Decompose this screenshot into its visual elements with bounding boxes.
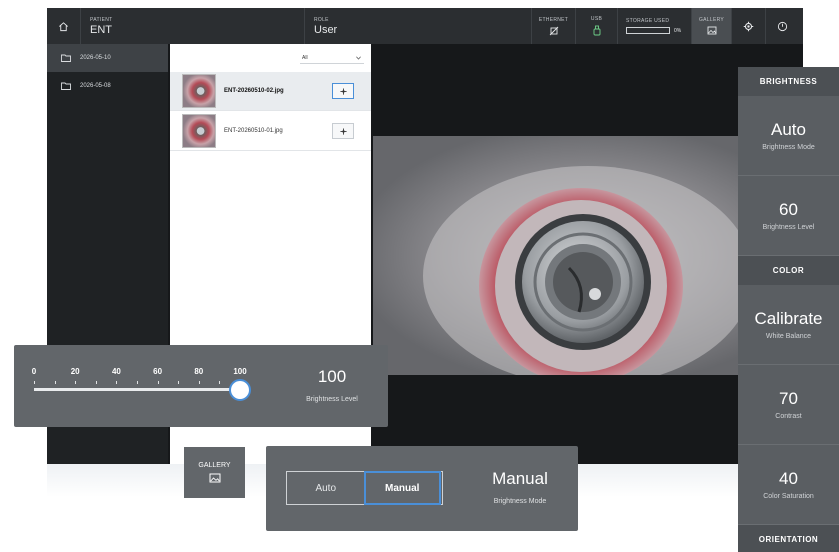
gear-icon bbox=[743, 21, 754, 31]
folder-label: 2026-05-08 bbox=[80, 83, 111, 89]
slider-tick-label: 100 bbox=[233, 367, 247, 376]
brightness-mode-value: Auto bbox=[771, 120, 806, 139]
slider-tick bbox=[95, 381, 97, 384]
usb-icon bbox=[593, 25, 600, 36]
brightness-mode-toggle: Auto Manual bbox=[286, 471, 443, 505]
file-row[interactable]: ENT-20260510-02.jpg bbox=[170, 72, 371, 111]
role-field[interactable]: ROLE User bbox=[305, 8, 531, 44]
slider-tick bbox=[54, 381, 56, 384]
saturation-label: Color Saturation bbox=[763, 493, 814, 500]
brightness-mode-setting[interactable]: Auto Brightness Mode bbox=[738, 96, 839, 176]
contrast-value: 70 bbox=[779, 389, 798, 408]
storage-bar bbox=[626, 27, 670, 34]
settings-panel: BRIGHTNESS Auto Brightness Mode 60 Brigh… bbox=[738, 67, 839, 552]
folder-item[interactable]: 2026-05-08 bbox=[47, 72, 168, 100]
brightness-mode-current: Manual bbox=[492, 469, 548, 488]
brightness-mode-label: Brightness Mode bbox=[762, 144, 815, 151]
power-button[interactable] bbox=[765, 8, 799, 44]
brightness-header: BRIGHTNESS bbox=[738, 67, 839, 96]
file-thumbnail bbox=[182, 74, 216, 108]
saturation-value: 40 bbox=[779, 469, 798, 488]
folder-icon bbox=[61, 82, 71, 90]
home-button[interactable] bbox=[47, 8, 81, 44]
storage-status[interactable]: STORAGE USED 0% bbox=[617, 8, 691, 44]
orientation-header: ORIENTATION bbox=[738, 525, 839, 552]
slider-tick bbox=[137, 381, 138, 384]
storage-meter: 0% bbox=[626, 27, 681, 34]
settings-button[interactable] bbox=[731, 8, 765, 44]
patient-value: ENT bbox=[90, 23, 112, 36]
slider-tick bbox=[178, 381, 180, 384]
white-balance-value: Calibrate bbox=[754, 309, 823, 328]
brightness-slider-handle[interactable] bbox=[229, 379, 251, 401]
slider-tick bbox=[116, 381, 118, 384]
file-thumbnail bbox=[182, 114, 216, 148]
folder-icon bbox=[61, 54, 71, 62]
brightness-slider-value: 100 bbox=[317, 367, 347, 386]
ethernet-disconnected-icon bbox=[549, 26, 558, 35]
gallery-caption: GALLERY bbox=[698, 17, 725, 23]
brightness-level-label: Brightness Level bbox=[762, 224, 815, 231]
usb-status[interactable]: USB bbox=[575, 8, 617, 44]
storage-caption: STORAGE USED bbox=[626, 18, 670, 24]
slider-tick-label: 80 bbox=[194, 367, 204, 376]
role-value: User bbox=[314, 23, 338, 36]
usb-caption: USB bbox=[590, 16, 603, 22]
contrast-setting[interactable]: 70 Contrast bbox=[738, 365, 839, 445]
slider-tick bbox=[75, 381, 77, 384]
patient-field[interactable]: PATIENT ENT bbox=[81, 8, 305, 44]
slider-tick-label: 60 bbox=[153, 367, 163, 376]
storage-percent: 0% bbox=[674, 27, 682, 34]
home-icon bbox=[59, 21, 68, 31]
saturation-setting[interactable]: 40 Color Saturation bbox=[738, 445, 839, 525]
slider-tick-label: 40 bbox=[111, 367, 121, 376]
chevron-down-icon bbox=[356, 56, 361, 60]
power-icon bbox=[777, 21, 788, 31]
manual-mode-button[interactable]: Manual bbox=[363, 471, 441, 505]
contrast-label: Contrast bbox=[775, 413, 802, 420]
patient-caption: PATIENT bbox=[90, 16, 113, 23]
gallery-button[interactable]: GALLERY bbox=[184, 447, 245, 498]
file-filter-value: All bbox=[302, 55, 308, 61]
slider-tick bbox=[34, 381, 35, 384]
slider-tick bbox=[219, 381, 221, 384]
file-filter-select[interactable]: All bbox=[300, 53, 364, 64]
file-select-button[interactable] bbox=[332, 83, 354, 99]
top-bar: PATIENT ENT ROLE User ETHERNET USB STORA… bbox=[47, 8, 803, 44]
slider-tick-label: 20 bbox=[70, 367, 80, 376]
white-balance-setting[interactable]: Calibrate White Balance bbox=[738, 285, 839, 365]
gallery-button-label: GALLERY bbox=[198, 462, 231, 469]
slider-tick bbox=[157, 381, 159, 384]
color-header: COLOR bbox=[738, 256, 839, 285]
role-caption: ROLE bbox=[314, 16, 329, 23]
folder-label: 2026-05-10 bbox=[80, 55, 111, 61]
folder-item[interactable]: 2026-05-10 bbox=[47, 44, 168, 72]
slider-tick bbox=[198, 381, 200, 384]
ethernet-status[interactable]: ETHERNET bbox=[531, 8, 575, 44]
white-balance-label: White Balance bbox=[765, 333, 812, 340]
gallery-icon bbox=[707, 26, 716, 35]
gallery-tab[interactable]: GALLERY bbox=[691, 8, 731, 44]
move-icon bbox=[339, 87, 347, 95]
slider-tick-label: 0 bbox=[31, 367, 37, 376]
brightness-slider-caption: Brightness Level bbox=[306, 396, 358, 403]
ethernet-caption: ETHERNET bbox=[538, 16, 569, 23]
brightness-slider-track[interactable] bbox=[34, 388, 240, 391]
file-name: ENT-20260510-02.jpg bbox=[224, 88, 284, 94]
auto-mode-button[interactable]: Auto bbox=[287, 472, 365, 504]
file-select-button[interactable] bbox=[332, 123, 354, 139]
brightness-level-value: 60 bbox=[779, 200, 798, 219]
brightness-level-setting[interactable]: 60 Brightness Level bbox=[738, 176, 839, 256]
brightness-mode-caption: Brightness Mode bbox=[493, 498, 547, 505]
gallery-icon bbox=[209, 473, 220, 483]
move-icon bbox=[339, 127, 347, 135]
brightness-mode-panel: Auto Manual Manual Brightness Mode bbox=[266, 446, 578, 531]
brightness-slider-panel: 0 20 40 60 80 100 100 Brightness Level bbox=[14, 345, 388, 427]
file-name: ENT-20260510-01.jpg bbox=[224, 128, 283, 134]
file-row[interactable]: ENT-20260510-01.jpg bbox=[170, 112, 371, 151]
